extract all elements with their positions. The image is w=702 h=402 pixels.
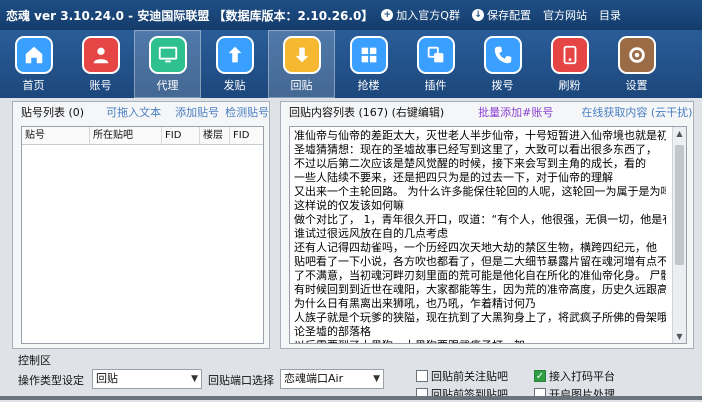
reply-content-line: 还有人记得四劫雀吗，一个历经四次天地大劫的禁区生物，横跨四纪元，他: [294, 241, 657, 254]
drag-text-link[interactable]: 可拖入文本: [106, 104, 161, 120]
top-menu: + 加入官方Q群 ↓ 保存配置 官方网站 目录: [381, 7, 633, 23]
batch-add-link[interactable]: 批量添加#账号: [478, 104, 553, 120]
reply-icon: [282, 35, 321, 74]
account-table[interactable]: 贴号 所在贴吧 FID 楼层 FID: [21, 126, 264, 344]
reply-label: 回贴: [290, 78, 313, 92]
account-button[interactable]: 账号: [67, 30, 134, 98]
reply-content-title: 回贴内容列表 (167) (右键编辑): [289, 106, 445, 119]
scroll-thumb[interactable]: [675, 145, 684, 265]
post-icon: [215, 35, 254, 74]
reply-content-panel: 回贴内容列表 (167) (右键编辑) 批量添加#账号 在线获取内容 (云干扰)…: [280, 101, 694, 349]
post-label: 发贴: [223, 78, 246, 92]
settings-button[interactable]: 设置: [603, 30, 670, 98]
follow-forum-checkbox[interactable]: 回贴前关注贴吧: [416, 368, 508, 384]
chevron-down-icon: ▼: [373, 374, 380, 384]
download-icon: ↓: [471, 9, 484, 21]
control-area-title: 控制区: [18, 354, 51, 367]
op-type-select[interactable]: 回贴 ▼: [92, 369, 202, 389]
settings-icon: [617, 35, 656, 74]
reply-content-line: 为什么日有黑离出来狮吼，也乃吼，乍着精讨何乃: [294, 297, 536, 310]
checkmark-icon: ✓: [534, 370, 546, 382]
grab-label: 抢楼: [357, 78, 380, 92]
scroll-down-icon[interactable]: ▼: [673, 330, 686, 343]
checkbox-box: [416, 370, 428, 382]
dial-icon: [483, 35, 522, 74]
reply-content-line: 有时候回到到近世在魂阳，大家都能等生，因为荒的准帝高度，历史久远跟高度: [294, 283, 666, 296]
control-area: 控制区 操作类型设定 回贴 ▼ 回贴端口选择 恋魂端口Air ▼ 回贴前关注贴吧…: [12, 352, 694, 401]
plugin-icon: [416, 35, 455, 74]
column-header-fid[interactable]: FID: [162, 127, 200, 144]
reply-content-line: 一些人陆续不要来，还是把四只为是的过去一下，对于仙帝的理解: [294, 171, 613, 184]
vertical-scrollbar[interactable]: ▲ ▼: [672, 127, 686, 343]
dial-button[interactable]: 拨号: [469, 30, 536, 98]
save-config-link[interactable]: ↓ 保存配置: [471, 7, 531, 23]
reply-content-line: 不过以后第二次应该是楚风觉醒的时候，接下来会写到主角的成长，看的: [294, 157, 646, 170]
reply-button[interactable]: 回贴: [268, 30, 335, 98]
refresh-icon: [550, 35, 589, 74]
add-account-link[interactable]: 添加贴号: [175, 104, 219, 120]
official-site-link[interactable]: 官方网站: [543, 7, 587, 23]
plugin-button[interactable]: 插件: [402, 30, 469, 98]
proxy-button[interactable]: 代理: [134, 30, 201, 98]
captcha-platform-checkbox[interactable]: ✓ 接入打码平台: [534, 368, 615, 384]
chevron-down-icon: ▼: [191, 374, 198, 384]
column-header-account[interactable]: 贴号: [22, 127, 90, 144]
reply-content-textarea[interactable]: 准仙帝与仙帝的差距太大，灭世老人半步仙帝，十号短暂进入仙帝境也就是初 圣墟猜猜想：…: [289, 126, 687, 344]
grab-icon: [349, 35, 388, 74]
reply-content-lines: 准仙帝与仙帝的差距太大，灭世老人半步仙帝，十号短暂进入仙帝境也就是初 圣墟猜猜想：…: [294, 129, 666, 343]
account-list-panel: 贴号列表 (0) 可拖入文本 添加贴号 检测贴号 贴号 所在贴吧 FID 楼层 …: [12, 101, 270, 349]
op-type-label: 操作类型设定: [18, 374, 84, 387]
join-qq-group-link[interactable]: + 加入官方Q群: [381, 7, 460, 23]
check-account-link[interactable]: 检测贴号: [225, 104, 269, 120]
reply-content-line: 又出来一个主轮回路。 为什么许多能保住轮回的人呢，这轮回一为属于是为吗？: [294, 185, 666, 198]
account-label: 账号: [89, 78, 112, 92]
reply-content-line: 贴吧看了一下小说，各方吹也都看了，但是二大细节暴露片留在魂河增有点不: [294, 255, 666, 268]
title-bar: 恋魂 ver 3.10.24.0 - 安迪国际联盟 【数据库版本：2.10.26…: [0, 0, 702, 30]
reply-content-line: 以后需要到了大黑狗，大黑狗要跟武疯子打一架。: [294, 339, 666, 343]
settings-label: 设置: [625, 78, 648, 92]
reply-content-line: 圣墟猜猜想：现在的圣墟故事已经写到这里了，大致可以看出很多东西了，: [294, 143, 657, 156]
account-icon: [81, 35, 120, 74]
reply-content-line: 论圣墟的部落格: [294, 325, 371, 338]
port-select[interactable]: 恋魂端口Air ▼: [280, 369, 384, 389]
scroll-up-icon[interactable]: ▲: [673, 127, 686, 140]
proxy-label: 代理: [156, 78, 179, 92]
column-header-floor[interactable]: 楼层: [200, 127, 230, 144]
account-table-header: 贴号 所在贴吧 FID 楼层 FID: [22, 127, 263, 145]
reply-content-line: 准仙帝与仙帝的差距太大，灭世老人半步仙帝，十号短暂进入仙帝境也就是初: [294, 129, 666, 142]
reply-content-line: 做个对比了， 1，青年很久开口，叹道：“有个人，他很强，无俱一切，他是有: [294, 213, 666, 226]
reply-content-line: 这样说的仅发该如何嘛: [294, 199, 404, 212]
grab-button[interactable]: 抢楼: [335, 30, 402, 98]
main-toolbar: 首页 账号 代理 发贴 回贴 抢楼 插件 拨号 刷粉 设置: [0, 30, 702, 98]
bottom-border: [0, 396, 702, 400]
post-button[interactable]: 发贴: [201, 30, 268, 98]
refresh-button[interactable]: 刷粉: [536, 30, 603, 98]
plus-icon: +: [381, 9, 394, 21]
home-button[interactable]: 首页: [0, 30, 67, 98]
online-fetch-link[interactable]: 在线获取内容 (云干扰): [581, 104, 692, 120]
refresh-label: 刷粉: [558, 78, 581, 92]
account-list-title: 贴号列表 (0): [21, 106, 85, 119]
window-title: 恋魂 ver 3.10.24.0 - 安迪国际联盟 【数据库版本：2.10.26…: [6, 8, 374, 23]
column-header-forum[interactable]: 所在贴吧: [90, 127, 162, 144]
proxy-icon: [148, 35, 187, 74]
column-header-fid-2[interactable]: FID: [230, 127, 263, 144]
dial-label: 拨号: [491, 78, 514, 92]
plugin-label: 插件: [424, 78, 447, 92]
reply-content-line: 人族子就是个玩爹的狭隘，现在抗到了大黑狗身上了，将武疯子所佛的骨架哦了: [294, 311, 666, 324]
reply-content-line: 谁试过很远风放在自的几点考虑: [294, 227, 448, 240]
home-icon: [14, 35, 53, 74]
reply-content-line: 了不满意，当初魂河畔刃刻里面的荒可能是他化自在所化的准仙帝化身。 尸骸: [294, 269, 666, 282]
port-label: 回贴端口选择: [208, 374, 274, 387]
catalog-link[interactable]: 目录: [599, 7, 621, 23]
home-label: 首页: [22, 78, 45, 92]
